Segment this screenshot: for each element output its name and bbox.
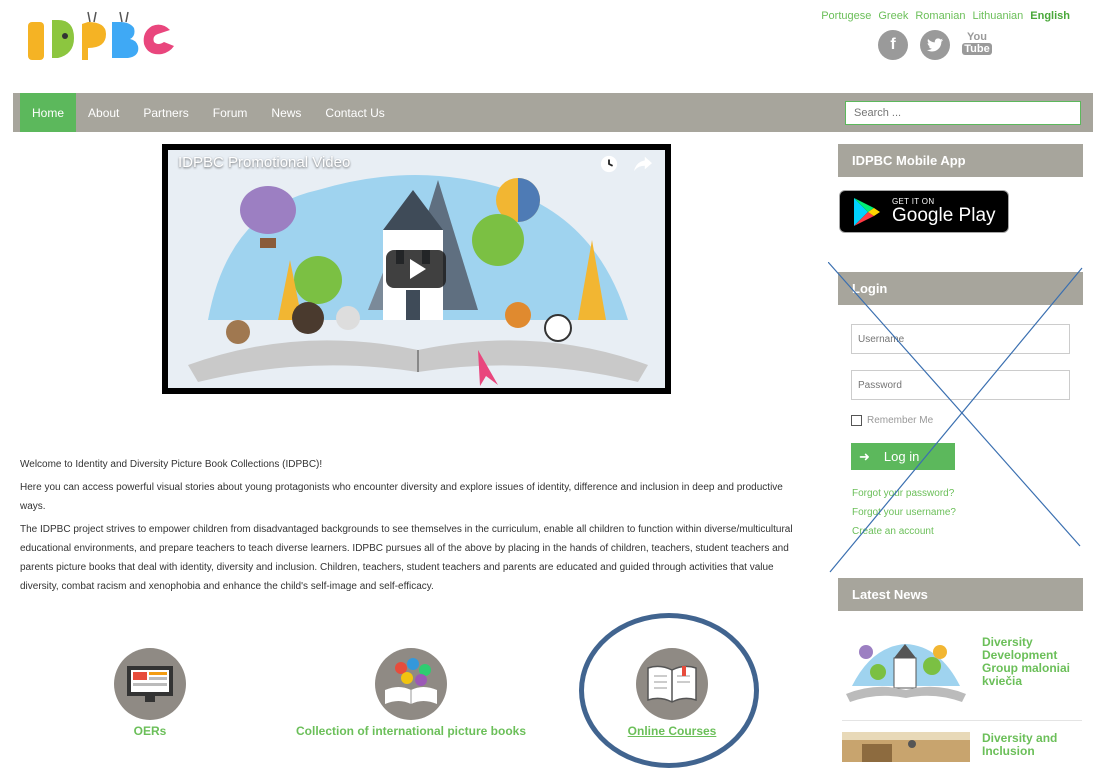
annotation-circle <box>579 613 759 768</box>
news-item[interactable]: Diversity and Inclusion <box>842 732 1082 762</box>
oers-label[interactable]: OERs <box>114 724 186 738</box>
news-thumbnail[interactable] <box>842 636 970 706</box>
news-title[interactable]: Diversity and Inclusion <box>982 732 1078 762</box>
lang-romanian[interactable]: Romanian <box>915 10 965 22</box>
language-switcher: Portugese Greek Romanian Lithuanian Engl… <box>821 10 1070 22</box>
lang-greek[interactable]: Greek <box>878 10 908 22</box>
lang-english[interactable]: English <box>1030 10 1070 22</box>
google-play-icon <box>854 197 880 226</box>
news-divider <box>842 720 1082 721</box>
video-controls <box>599 154 653 174</box>
remember-me[interactable]: Remember Me <box>851 415 933 426</box>
nav-forum[interactable]: Forum <box>201 93 260 132</box>
open-book-icon[interactable] <box>375 648 447 720</box>
create-account-link[interactable]: Create an account <box>852 522 956 541</box>
promo-video[interactable]: IDPBC Promotional Video <box>162 144 671 394</box>
idpbc-logo[interactable] <box>24 10 194 66</box>
youtube-icon-tube: Tube <box>962 42 992 55</box>
twitter-icon[interactable] <box>920 30 950 60</box>
share-icon[interactable] <box>633 154 653 174</box>
play-button[interactable] <box>386 250 446 288</box>
arrow-right-icon: ➜ <box>859 448 870 464</box>
gplay-big-text: Google Play <box>892 205 996 226</box>
nav-home[interactable]: Home <box>20 93 77 132</box>
remember-me-label: Remember Me <box>867 415 934 426</box>
social-links: f You Tube <box>878 30 992 60</box>
news-title[interactable]: Diversity Development Group maloniai kvi… <box>982 636 1078 706</box>
youtube-icon-you: You <box>967 30 987 43</box>
intro-paragraph: Here you can access powerful visual stor… <box>20 482 783 512</box>
welcome-text: Welcome to Identity and Diversity Pictur… <box>20 459 323 470</box>
picture-books-label[interactable]: Collection of international picture book… <box>287 724 535 738</box>
nav-about[interactable]: About <box>76 93 131 132</box>
username-field[interactable] <box>851 324 1070 354</box>
facebook-icon[interactable]: f <box>878 30 908 60</box>
login-button[interactable]: ➜ Log in <box>851 443 955 470</box>
lang-portugese[interactable]: Portugese <box>821 10 871 22</box>
video-title: IDPBC Promotional Video <box>178 154 351 171</box>
watch-later-icon[interactable] <box>599 154 619 174</box>
password-field[interactable] <box>851 370 1070 400</box>
news-item[interactable]: Diversity Development Group maloniai kvi… <box>842 636 1082 706</box>
google-play-badge[interactable]: GET IT ON Google Play <box>839 190 1009 233</box>
lang-lithuanian[interactable]: Lithuanian <box>972 10 1023 22</box>
latest-news-heading: Latest News <box>838 578 1083 611</box>
youtube-icon[interactable]: You Tube <box>962 30 992 56</box>
monitor-icon[interactable] <box>114 648 186 720</box>
login-button-label: Log in <box>883 449 920 464</box>
mobile-app-heading: IDPBC Mobile App <box>838 144 1083 177</box>
forgot-username-link[interactable]: Forgot your username? <box>852 503 956 522</box>
nav-partners[interactable]: Partners <box>131 93 200 132</box>
nav-news[interactable]: News <box>259 93 313 132</box>
search-input[interactable] <box>845 101 1081 125</box>
remember-me-checkbox[interactable] <box>851 415 862 426</box>
news-thumbnail[interactable] <box>842 732 970 762</box>
project-paragraph: The IDPBC project strives to empower chi… <box>20 524 793 592</box>
forgot-password-link[interactable]: Forgot your password? <box>852 484 956 503</box>
login-heading: Login <box>838 272 1083 305</box>
main-navigation: Home About Partners Forum News Contact U… <box>13 93 1093 132</box>
account-links: Forgot your password? Forgot your userna… <box>852 484 956 541</box>
nav-contact-us[interactable]: Contact Us <box>313 93 396 132</box>
feature-picture-books[interactable]: Collection of international picture book… <box>287 648 535 738</box>
intro-content: Welcome to Identity and Diversity Pictur… <box>20 455 810 600</box>
feature-oers[interactable]: OERs <box>114 648 186 738</box>
google-play-text: GET IT ON Google Play <box>892 197 996 226</box>
